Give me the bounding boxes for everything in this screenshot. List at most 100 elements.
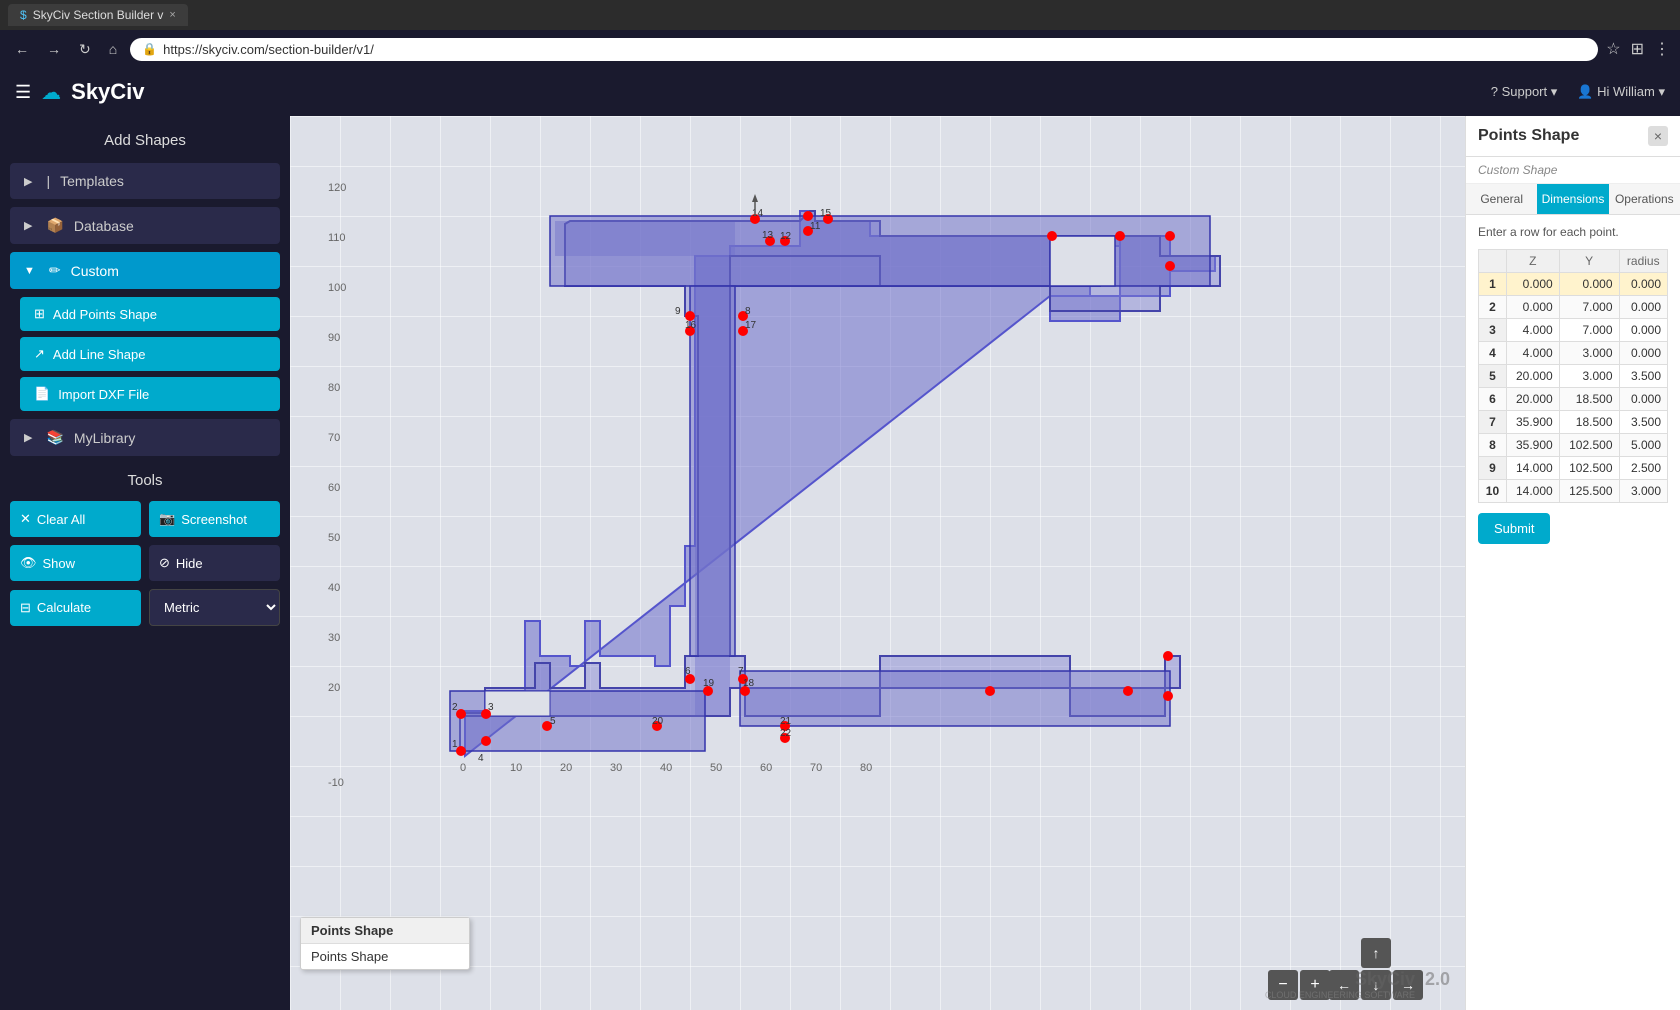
sidebar-item-mylibrary[interactable]: ▶ 📚 MyLibrary [10,419,280,456]
table-row[interactable]: 2 0.000 7.000 0.000 [1479,296,1668,319]
main-layout: Add Shapes ▶ | Templates ▶ 📦 Database ▼ … [0,116,1680,1010]
table-row[interactable]: 3 4.000 7.000 0.000 [1479,319,1668,342]
table-row[interactable]: 9 14.000 102.500 2.500 [1479,457,1668,480]
point-12-label: 12 [780,231,792,242]
y-label-30: 30 [328,632,340,644]
hide-button[interactable]: ⊘ Hide [149,545,280,581]
x-label-80: 80 [860,762,872,774]
cell-radius[interactable]: 2.500 [1619,457,1668,480]
reload-button[interactable]: ↻ [74,39,96,60]
browser-tab[interactable]: $ SkyCiv Section Builder v × [8,4,188,26]
add-points-shape-button[interactable]: ⊞ Add Points Shape [20,297,280,331]
cell-z[interactable]: 14.000 [1506,480,1559,503]
col-header-z: Z [1506,250,1559,273]
import-dxf-button[interactable]: 📄 Import DXF File [20,377,280,411]
cell-z[interactable]: 0.000 [1506,296,1559,319]
tab-operations[interactable]: Operations [1609,184,1680,214]
sidebar-item-templates[interactable]: ▶ | Templates [10,163,280,199]
support-button[interactable]: ? Support ▾ [1491,84,1558,100]
submit-button[interactable]: Submit [1478,513,1550,544]
y-label-70: 70 [328,432,340,444]
tab-dimensions[interactable]: Dimensions [1537,184,1608,214]
cell-y[interactable]: 102.500 [1559,434,1619,457]
panel-subtitle: Custom Shape [1466,157,1680,184]
point-13-label: 13 [762,230,774,241]
calculate-button[interactable]: ⊟ Calculate [10,590,141,626]
browser-chrome: $ SkyCiv Section Builder v × [0,0,1680,30]
cell-radius[interactable]: 0.000 [1619,273,1668,296]
cell-radius[interactable]: 0.000 [1619,319,1668,342]
hamburger-icon[interactable]: ☰ [15,82,31,103]
back-button[interactable]: ← [10,39,34,59]
cell-radius[interactable]: 0.000 [1619,388,1668,411]
cell-radius[interactable]: 0.000 [1619,342,1668,365]
extensions-icon[interactable]: ⊞ [1631,39,1644,59]
point-11-label: 11 [810,221,821,232]
cell-y[interactable]: 3.000 [1559,365,1619,388]
table-row[interactable]: 1 0.000 0.000 0.000 [1479,273,1668,296]
tooltip-item[interactable]: Points Shape [301,944,469,969]
cell-y[interactable]: 0.000 [1559,273,1619,296]
nav-up-button[interactable]: ↑ [1361,938,1391,968]
cell-radius[interactable]: 5.000 [1619,434,1668,457]
app-header: ☰ ☁ SkyCiv ? Support ▾ 👤 Hi William ▾ [0,68,1680,116]
panel-close-button[interactable]: × [1648,126,1668,146]
clear-all-button[interactable]: ✕ Clear All [10,501,141,537]
cell-z[interactable]: 20.000 [1506,388,1559,411]
table-row[interactable]: 10 14.000 125.500 3.000 [1479,480,1668,503]
sidebar-item-custom[interactable]: ▼ ✏ Custom [10,252,280,289]
bottom-tools: ⊟ Calculate Metric Imperial [10,589,280,626]
cell-z[interactable]: 35.900 [1506,434,1559,457]
cell-z[interactable]: 4.000 [1506,342,1559,365]
show-button[interactable]: 👁 Show [10,545,141,581]
point-22-label: 22 [780,728,792,739]
cell-z[interactable]: 20.000 [1506,365,1559,388]
table-row[interactable]: 7 35.900 18.500 3.500 [1479,411,1668,434]
cell-z[interactable]: 14.000 [1506,457,1559,480]
support-icon: ? [1491,84,1498,99]
cell-y[interactable]: 18.500 [1559,388,1619,411]
cell-radius[interactable]: 3.500 [1619,365,1668,388]
canvas-area[interactable]: 120 110 100 90 80 70 60 50 40 30 20 -10 … [290,116,1465,1010]
cell-y[interactable]: 18.500 [1559,411,1619,434]
cell-y[interactable]: 3.000 [1559,342,1619,365]
table-row[interactable]: 4 4.000 3.000 0.000 [1479,342,1668,365]
point-8-label: 8 [745,306,751,317]
star-icon[interactable]: ☆ [1606,39,1620,59]
x-label-50: 50 [710,762,722,774]
cell-y[interactable]: 125.500 [1559,480,1619,503]
home-button[interactable]: ⌂ [104,39,122,59]
cell-y[interactable]: 7.000 [1559,319,1619,342]
import-dxf-icon: 📄 [34,386,50,402]
panel-title: Points Shape [1478,127,1579,145]
forward-button[interactable]: → [42,39,66,59]
screenshot-button[interactable]: 📷 Screenshot [149,501,280,537]
user-menu[interactable]: 👤 Hi William ▾ [1577,84,1665,100]
address-bar[interactable]: 🔒 https://skyciv.com/section-builder/v1/ [130,38,1598,61]
app-logo-text: SkyCiv [71,79,144,105]
add-line-shape-button[interactable]: ↗ Add Line Shape [20,337,280,371]
x-label-10: 10 [510,762,522,774]
sidebar-item-database[interactable]: ▶ 📦 Database [10,207,280,244]
tab-close-icon[interactable]: × [169,9,175,21]
point-15-label: 15 [820,208,832,219]
unit-select[interactable]: Metric Imperial [149,589,280,626]
table-row[interactable]: 5 20.000 3.000 3.500 [1479,365,1668,388]
cell-radius[interactable]: 3.000 [1619,480,1668,503]
templates-icon: | [46,173,50,189]
cell-y[interactable]: 102.500 [1559,457,1619,480]
cell-z[interactable]: 4.000 [1506,319,1559,342]
point-1-label: 1 [452,739,458,750]
table-row[interactable]: 6 20.000 18.500 0.000 [1479,388,1668,411]
cell-z[interactable]: 35.900 [1506,411,1559,434]
cell-radius[interactable]: 3.500 [1619,411,1668,434]
table-row[interactable]: 8 35.900 102.500 5.000 [1479,434,1668,457]
shape-tooltip: Points Shape Points Shape [300,917,470,970]
row-num: 4 [1479,342,1507,365]
menu-icon[interactable]: ⋮ [1654,39,1670,59]
custom-icon: ✏ [49,262,61,279]
cell-y[interactable]: 7.000 [1559,296,1619,319]
cell-radius[interactable]: 0.000 [1619,296,1668,319]
cell-z[interactable]: 0.000 [1506,273,1559,296]
tab-general[interactable]: General [1466,184,1537,214]
